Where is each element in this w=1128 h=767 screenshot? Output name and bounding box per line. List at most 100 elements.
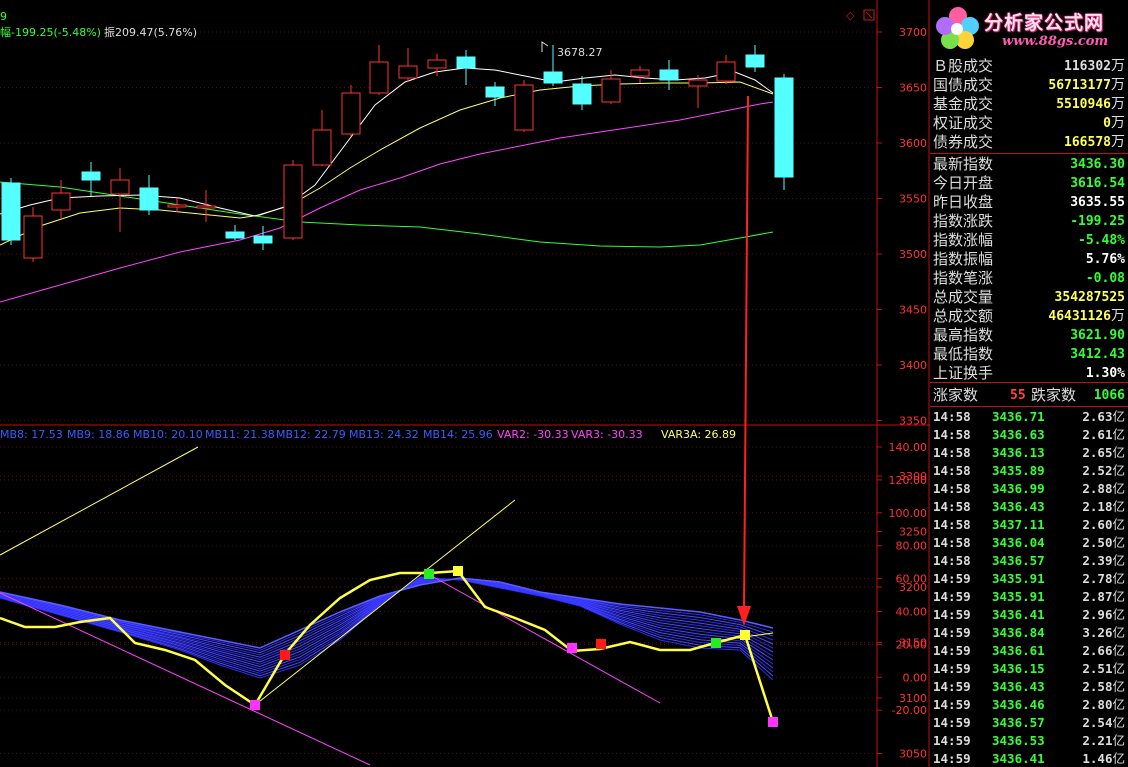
index-stat-row-label: 最新指数 [933, 155, 994, 173]
tick-row[interactable]: 14:59 3436.57 2.54亿 [930, 714, 1128, 732]
price-tick-label: 3550 [899, 193, 927, 206]
restore-icon[interactable]: ◇ [846, 9, 855, 22]
projection-line-1 [0, 446, 199, 556]
candle-up [23, 215, 43, 259]
tick-volume-unit: 亿 [1112, 697, 1125, 712]
index-stat-row-label: 指数振幅 [933, 250, 994, 268]
chart-area[interactable]: 3700365036003550350034503400335033003250… [0, 0, 930, 767]
index-stat-row: 最低指数 3412.43 [930, 345, 1128, 364]
up-count-label: 涨家数 [933, 386, 979, 404]
indicator-label: VAR3A: 26.89 [661, 428, 737, 441]
candle-up [716, 61, 736, 82]
tick-row[interactable]: 14:59 3436.43 2.58亿 [930, 678, 1128, 696]
market-stat-row: 债券成交 166578万 [930, 133, 1128, 152]
indicator-label: MB14: 25.96 [423, 428, 493, 441]
indicator-tick-label: 120.00 [889, 474, 928, 487]
tick-row[interactable]: 14:59 3436.46 2.80亿 [930, 696, 1128, 714]
index-stat-row: 今日开盘 3616.54 [930, 174, 1128, 193]
price-tick-label: 3600 [899, 137, 927, 150]
tick-row[interactable]: 14:59 3436.41 1.46亿 [930, 750, 1128, 767]
marker-magenta-2 [567, 643, 577, 653]
tick-price: 3436.84 [992, 625, 1045, 640]
logo: 分析家公式网 www.88gs.com [930, 0, 1128, 56]
tick-time: 14:58 [933, 427, 971, 442]
ma-magenta-line [0, 101, 774, 303]
tick-volume: 2.78 [1082, 571, 1113, 586]
candle-up [427, 59, 447, 69]
tick-time: 14:58 [933, 463, 971, 478]
tick-row[interactable]: 14:59 3436.41 2.96亿 [930, 606, 1128, 624]
tick-volume-unit: 亿 [1112, 553, 1125, 568]
price-tick-label: 3500 [899, 248, 927, 261]
indicator-label: MB11: 21.38 [205, 428, 275, 441]
candle-up [196, 205, 216, 209]
candle-up [688, 79, 708, 87]
indicator-label: VAR3: -30.33 [571, 428, 643, 441]
market-stat-row: 基金成交 5510946万 [930, 95, 1128, 114]
tick-row[interactable]: 14:59 3436.15 2.51亿 [930, 660, 1128, 678]
close-x-icon[interactable] [865, 11, 873, 19]
index-stat-row-label: 上证换手 [933, 364, 994, 382]
tick-volume-unit: 亿 [1112, 517, 1125, 532]
index-stat-row: 指数涨幅 -5.48% [930, 231, 1128, 250]
tick-price: 3436.41 [992, 607, 1045, 622]
tick-row[interactable]: 14:59 3436.61 2.66亿 [930, 642, 1128, 660]
tick-time: 14:58 [933, 445, 971, 460]
indicator-label: MB12: 22.79 [276, 428, 346, 441]
indicator-label: MB10: 20.10 [133, 428, 203, 441]
market-stat-row-unit: 万 [1111, 115, 1125, 131]
change-text: 幅-199.25(-5.48%) [0, 26, 101, 39]
tick-volume: 2.63 [1082, 409, 1113, 424]
index-stat-row-value: 46431126 [1048, 309, 1111, 324]
candle-down [745, 54, 765, 68]
index-stat-row: 最高指数 3621.90 [930, 326, 1128, 345]
candle-up [312, 129, 332, 166]
tick-row[interactable]: 14:58 3436.57 2.39亿 [930, 552, 1128, 570]
tick-volume-unit: 亿 [1112, 499, 1125, 514]
index-stat-row-label: 最低指数 [933, 345, 994, 363]
index-stat-row-label: 指数涨跌 [933, 212, 994, 230]
tick-row[interactable]: 14:59 3435.91 2.78亿 [930, 570, 1128, 588]
tick-price: 3436.43 [992, 679, 1045, 694]
tick-volume: 2.61 [1082, 427, 1113, 442]
marker-magenta-1 [250, 700, 260, 710]
index-stat-row-value: 3616.54 [1070, 176, 1125, 191]
tick-price: 3437.11 [992, 517, 1045, 532]
stats-divider [930, 153, 1128, 154]
tick-volume: 2.96 [1082, 607, 1113, 622]
breadth-divider-top [930, 382, 1128, 383]
tick-row[interactable]: 14:58 3436.71 2.63亿 [930, 408, 1128, 426]
candle-up [514, 84, 534, 131]
tick-row[interactable]: 14:58 3436.13 2.65亿 [930, 444, 1128, 462]
peak-label: 3678.27 [557, 46, 603, 59]
tick-row[interactable]: 14:58 3436.04 2.50亿 [930, 534, 1128, 552]
tick-row[interactable]: 14:58 3436.63 2.61亿 [930, 426, 1128, 444]
logo-url: www.88gs.com [1002, 34, 1109, 49]
market-stat-row: 权证成交 0万 [930, 114, 1128, 133]
candle-down [139, 187, 159, 211]
index-stat-row-label: 最高指数 [933, 326, 994, 344]
candle-up [369, 61, 389, 94]
index-stat-row-value: 3621.90 [1070, 328, 1125, 343]
tick-time: 14:58 [933, 481, 971, 496]
marker-red-2 [596, 639, 606, 649]
tick-volume-unit: 亿 [1112, 715, 1125, 730]
candle-down [485, 86, 505, 98]
tick-volume-unit: 亿 [1112, 589, 1125, 604]
tick-time: 14:58 [933, 499, 971, 514]
tick-volume: 2.52 [1082, 463, 1113, 478]
index-stat-row: 指数笔涨 -0.08 [930, 269, 1128, 288]
tick-row[interactable]: 14:58 3437.11 2.60亿 [930, 516, 1128, 534]
tick-row[interactable]: 14:58 3435.89 2.52亿 [930, 462, 1128, 480]
indicator-tick-label: 100.00 [889, 507, 928, 520]
breadth-row: 涨家数 55 跌家数 1066 [930, 386, 1128, 405]
tick-price: 3436.46 [992, 697, 1045, 712]
tick-row[interactable]: 14:59 3436.53 2.21亿 [930, 732, 1128, 750]
index-stat-row: 总成交量 354287525 [930, 288, 1128, 307]
candle-down [774, 77, 794, 178]
tick-row[interactable]: 14:59 3435.91 2.87亿 [930, 588, 1128, 606]
tick-row[interactable]: 14:58 3436.99 2.88亿 [930, 480, 1128, 498]
tick-row[interactable]: 14:59 3436.84 3.26亿 [930, 624, 1128, 642]
tick-row[interactable]: 14:58 3436.43 2.18亿 [930, 498, 1128, 516]
index-stat-row-label: 指数涨幅 [933, 231, 994, 249]
